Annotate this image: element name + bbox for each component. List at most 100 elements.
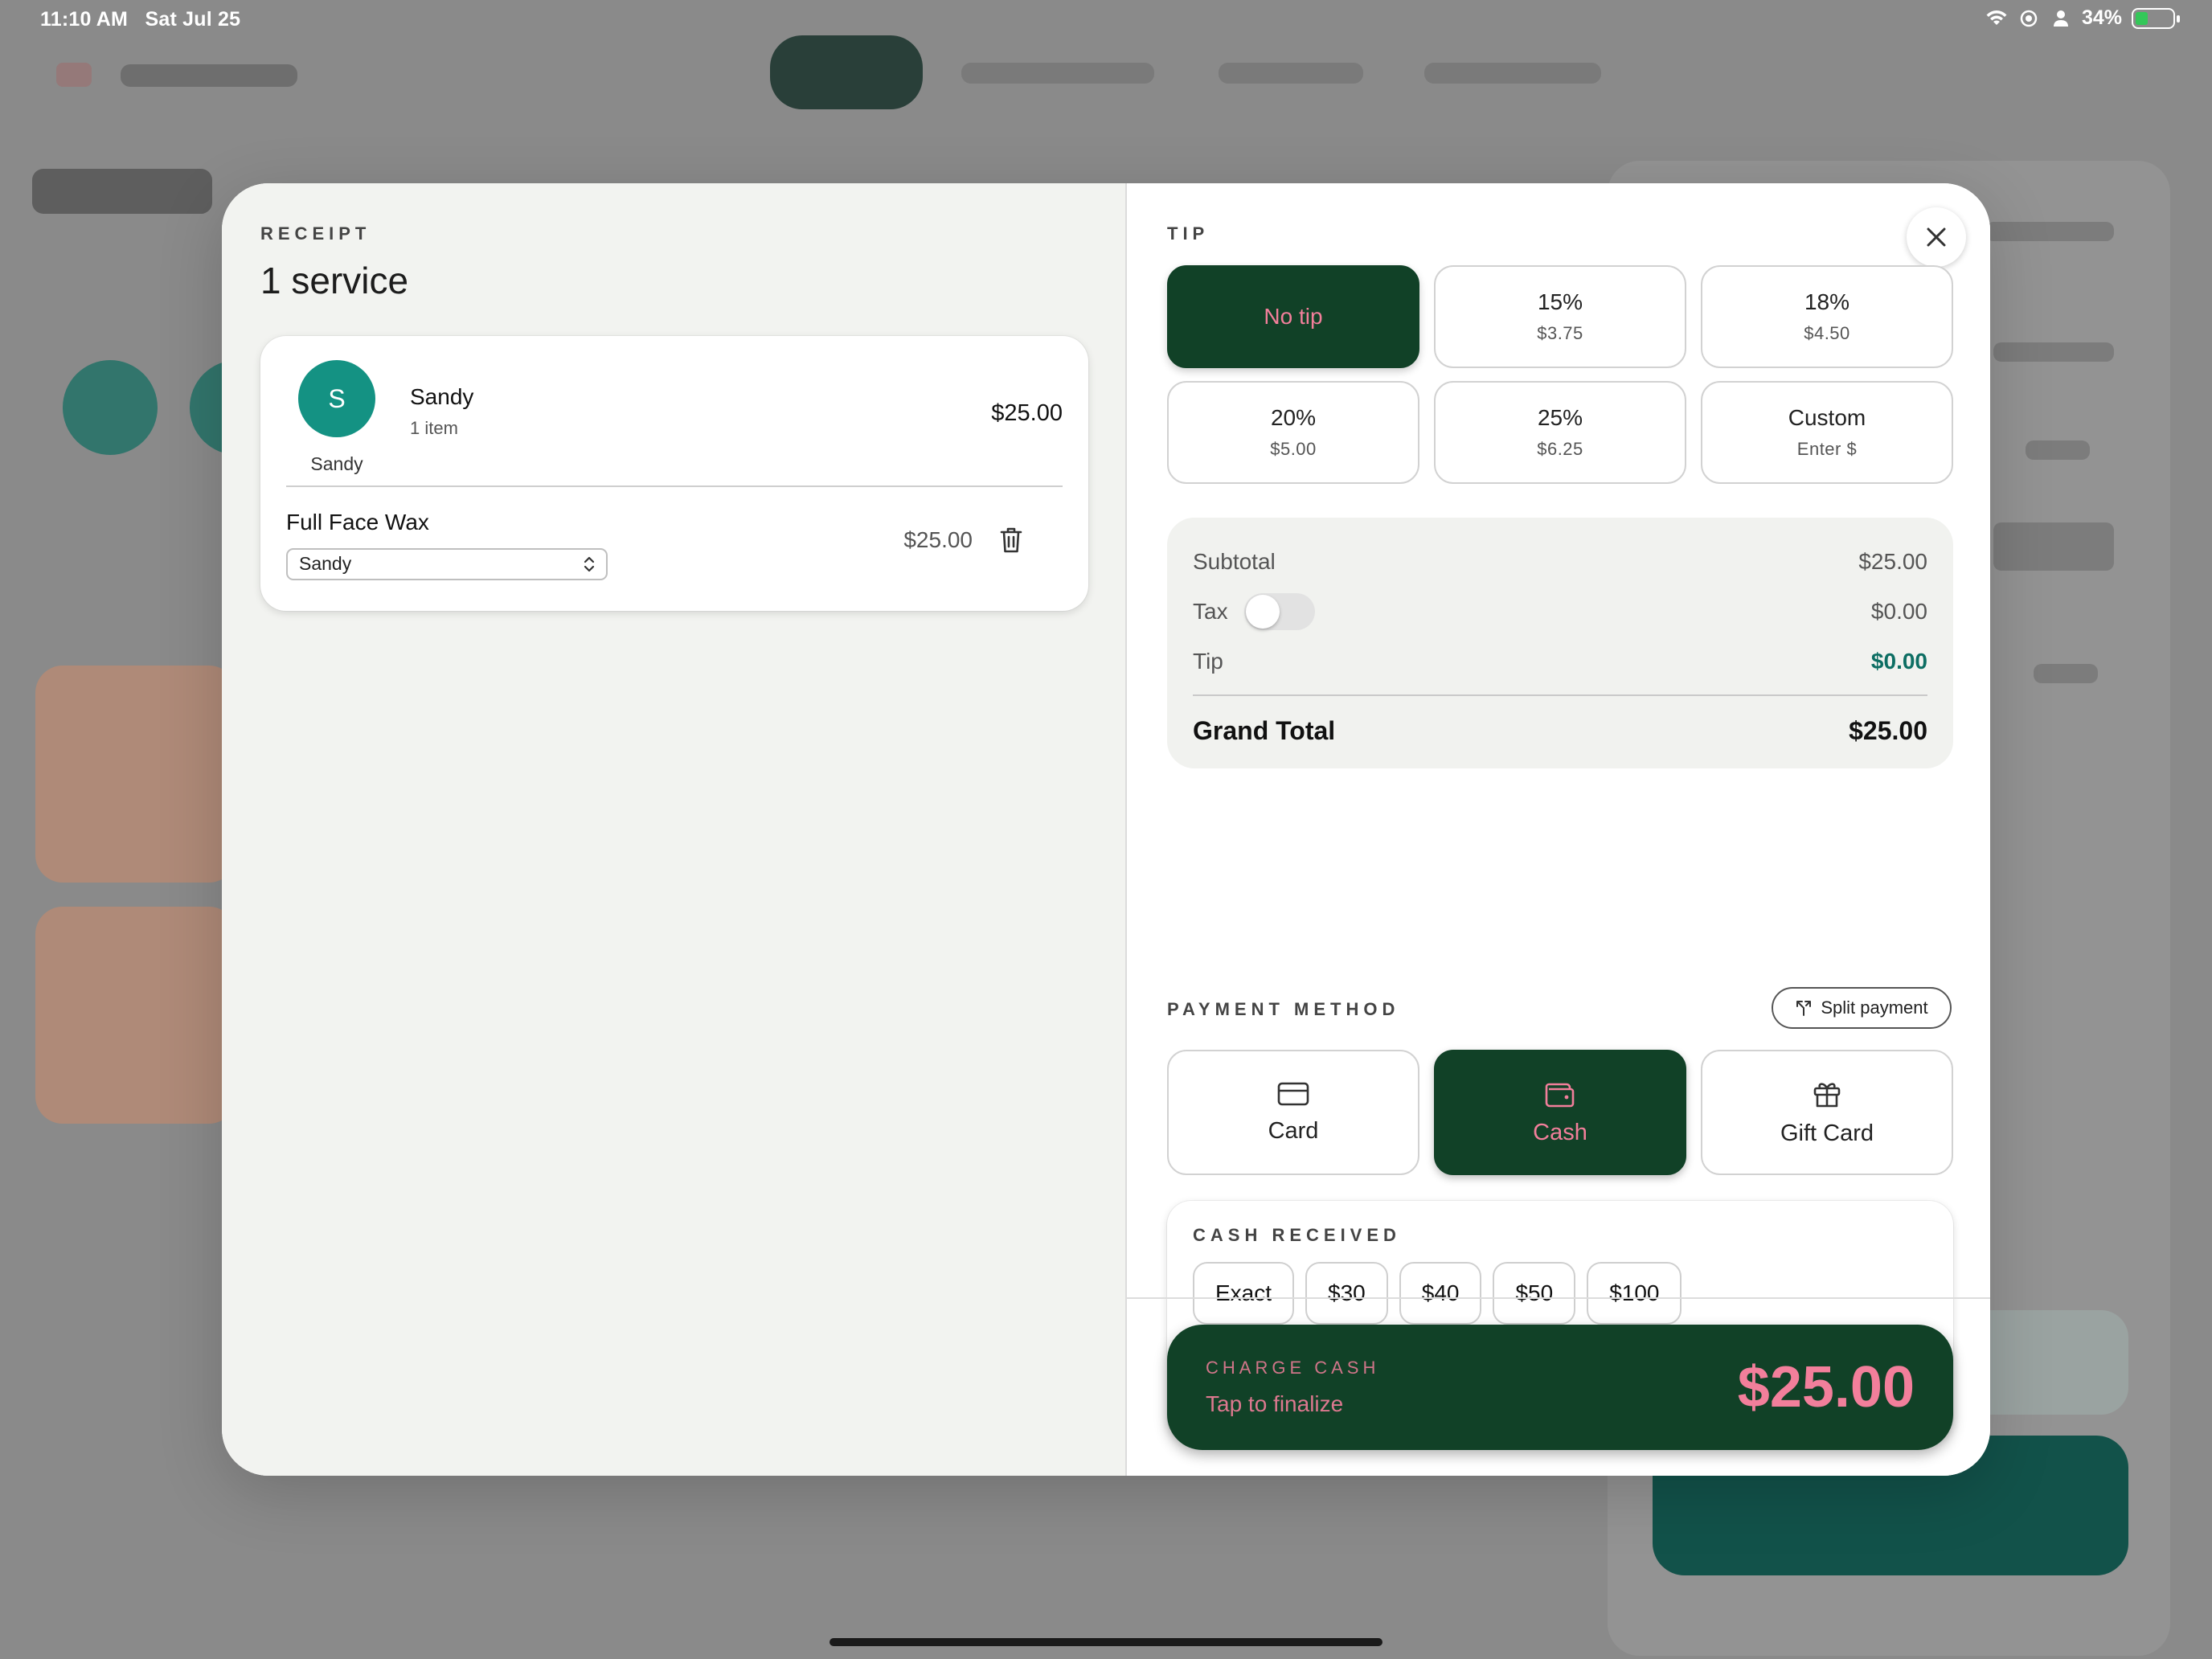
charge-text: CHARGE CASH Tap to finalize bbox=[1206, 1358, 1379, 1417]
receipt-eyebrow: RECEIPT bbox=[260, 223, 371, 244]
payment-method-card[interactable]: Card bbox=[1167, 1050, 1419, 1175]
tip-option-amount: $3.75 bbox=[1537, 323, 1583, 343]
bg-line bbox=[2034, 664, 2098, 683]
tip-option-amount: $6.25 bbox=[1537, 439, 1583, 459]
staff-avatar-group: S Sandy bbox=[286, 360, 387, 475]
bg-nav-link bbox=[1424, 63, 1601, 84]
tip-option-none[interactable]: No tip bbox=[1167, 265, 1419, 368]
quick-amount-50[interactable]: $50 bbox=[1493, 1262, 1576, 1325]
quick-amount-100[interactable]: $100 bbox=[1587, 1262, 1682, 1325]
bg-nav-link bbox=[961, 63, 1154, 84]
payment-pane: TIP No tip 15% $3.75 18% $4.50 20% $5.00… bbox=[1127, 183, 1990, 1476]
footer-divider bbox=[1127, 1297, 1990, 1299]
receipt-card: S Sandy Sandy 1 item $25.00 Full Face Wa… bbox=[260, 336, 1088, 611]
bg-brand bbox=[121, 64, 297, 87]
tip-option-18[interactable]: 18% $4.50 bbox=[1701, 265, 1953, 368]
tip-option-label: No tip bbox=[1264, 304, 1323, 329]
bg-tile bbox=[35, 907, 236, 1124]
bg-avatar bbox=[63, 360, 158, 455]
totals-divider bbox=[1193, 694, 1927, 696]
payment-method-label: Gift Card bbox=[1780, 1120, 1874, 1146]
battery-icon bbox=[2132, 7, 2180, 29]
tip-option-amount: $4.50 bbox=[1804, 323, 1850, 343]
subtotal-row: Subtotal $25.00 bbox=[1193, 537, 1927, 587]
bg-tile bbox=[35, 666, 236, 883]
grand-total-value: $25.00 bbox=[1849, 715, 1927, 745]
service-name: Full Face Wax bbox=[286, 510, 429, 535]
home-indicator[interactable] bbox=[830, 1638, 1382, 1646]
charge-amount: $25.00 bbox=[1737, 1355, 1915, 1419]
battery-fill bbox=[2136, 11, 2148, 25]
bg-line bbox=[2026, 440, 2090, 460]
tip-option-amount: Enter $ bbox=[1796, 439, 1858, 459]
payment-method-cash[interactable]: Cash bbox=[1434, 1050, 1686, 1175]
cash-received-label: CASH RECEIVED bbox=[1193, 1225, 1401, 1245]
bg-line bbox=[1993, 342, 2114, 362]
tax-toggle-knob bbox=[1245, 595, 1280, 629]
tax-row: Tax $0.00 bbox=[1193, 587, 1927, 637]
subtotal-value: $25.00 bbox=[1858, 549, 1927, 574]
payment-method-label: PAYMENT METHOD bbox=[1167, 999, 1400, 1019]
tip-row-label: Tip bbox=[1193, 649, 1223, 674]
tip-option-amount: $5.00 bbox=[1270, 439, 1317, 459]
quick-amounts: Exact $30 $40 $50 $100 bbox=[1193, 1262, 1927, 1325]
staff-name: Sandy bbox=[410, 384, 474, 409]
subtotal-label: Subtotal bbox=[1193, 549, 1276, 574]
tax-label: Tax bbox=[1193, 599, 1228, 624]
tip-option-label: Custom bbox=[1788, 405, 1866, 430]
tip-option-25[interactable]: 25% $6.25 bbox=[1434, 381, 1686, 484]
close-button[interactable] bbox=[1907, 207, 1966, 267]
split-payment-label: Split payment bbox=[1821, 997, 1928, 1018]
totals-summary: Subtotal $25.00 Tax $0.00 Tip $0.00 Gran… bbox=[1167, 518, 1953, 768]
split-icon bbox=[1796, 1001, 1812, 1016]
tip-value: $0.00 bbox=[1870, 649, 1927, 674]
staff-info: Sandy 1 item bbox=[410, 384, 473, 439]
staff-total: $25.00 bbox=[991, 400, 1063, 426]
receipt-pane: RECEIPT 1 service S Sandy Sandy 1 item $… bbox=[222, 183, 1127, 1476]
split-payment-button[interactable]: Split payment bbox=[1772, 987, 1952, 1029]
service-price: $25.00 bbox=[903, 527, 973, 552]
grand-total-row: Grand Total $25.00 bbox=[1193, 703, 1927, 759]
tip-row: Tip $0.00 bbox=[1193, 637, 1927, 686]
payment-method-label: Card bbox=[1268, 1117, 1319, 1144]
tip-label: TIP bbox=[1167, 223, 1210, 244]
payment-method-gift-card[interactable]: Gift Card bbox=[1701, 1050, 1953, 1175]
quick-amount-40[interactable]: $40 bbox=[1399, 1262, 1482, 1325]
avatar-caption: Sandy bbox=[310, 453, 363, 474]
wallet-icon bbox=[1545, 1083, 1575, 1107]
bg-line bbox=[1993, 522, 2114, 571]
trash-icon[interactable] bbox=[998, 526, 1024, 555]
service-line-left: Full Face Wax Sandy bbox=[286, 510, 608, 580]
status-date-text: Sat Jul 25 bbox=[145, 8, 241, 31]
charge-cash-button[interactable]: CHARGE CASH Tap to finalize $25.00 bbox=[1167, 1325, 1953, 1450]
tip-option-15[interactable]: 15% $3.75 bbox=[1434, 265, 1686, 368]
gift-icon bbox=[1813, 1082, 1841, 1107]
bg-nav-active bbox=[770, 35, 923, 109]
tip-option-label: 15% bbox=[1537, 289, 1583, 314]
staff-select-value: Sandy bbox=[299, 553, 352, 574]
staff-item-count: 1 item bbox=[410, 418, 458, 438]
tip-option-20[interactable]: 20% $5.00 bbox=[1167, 381, 1419, 484]
card-icon bbox=[1277, 1082, 1309, 1105]
tip-option-custom[interactable]: Custom Enter $ bbox=[1701, 381, 1953, 484]
quick-amount-exact[interactable]: Exact bbox=[1193, 1262, 1295, 1325]
tax-label-group: Tax bbox=[1193, 593, 1315, 630]
location-lock-icon bbox=[2020, 10, 2038, 27]
avatar: S bbox=[298, 360, 375, 437]
staff-select[interactable]: Sandy bbox=[286, 548, 608, 580]
wifi-icon bbox=[1986, 10, 2007, 25]
staff-header: S Sandy Sandy 1 item $25.00 bbox=[286, 360, 1063, 487]
charge-subtitle: Tap to finalize bbox=[1206, 1391, 1344, 1416]
bg-logo bbox=[56, 63, 92, 87]
bg-page-title bbox=[32, 169, 212, 214]
quick-amount-30[interactable]: $30 bbox=[1305, 1262, 1388, 1325]
close-icon bbox=[1927, 227, 1946, 247]
battery-percent: 34% bbox=[2081, 6, 2122, 29]
status-right: 34% bbox=[1985, 6, 2180, 30]
grand-total-label: Grand Total bbox=[1193, 715, 1336, 745]
tax-toggle[interactable] bbox=[1243, 593, 1315, 630]
tip-option-label: 20% bbox=[1270, 405, 1317, 430]
payment-method-label: Cash bbox=[1533, 1119, 1587, 1145]
bg-line bbox=[1985, 222, 2114, 241]
tip-option-label: 25% bbox=[1537, 405, 1583, 430]
